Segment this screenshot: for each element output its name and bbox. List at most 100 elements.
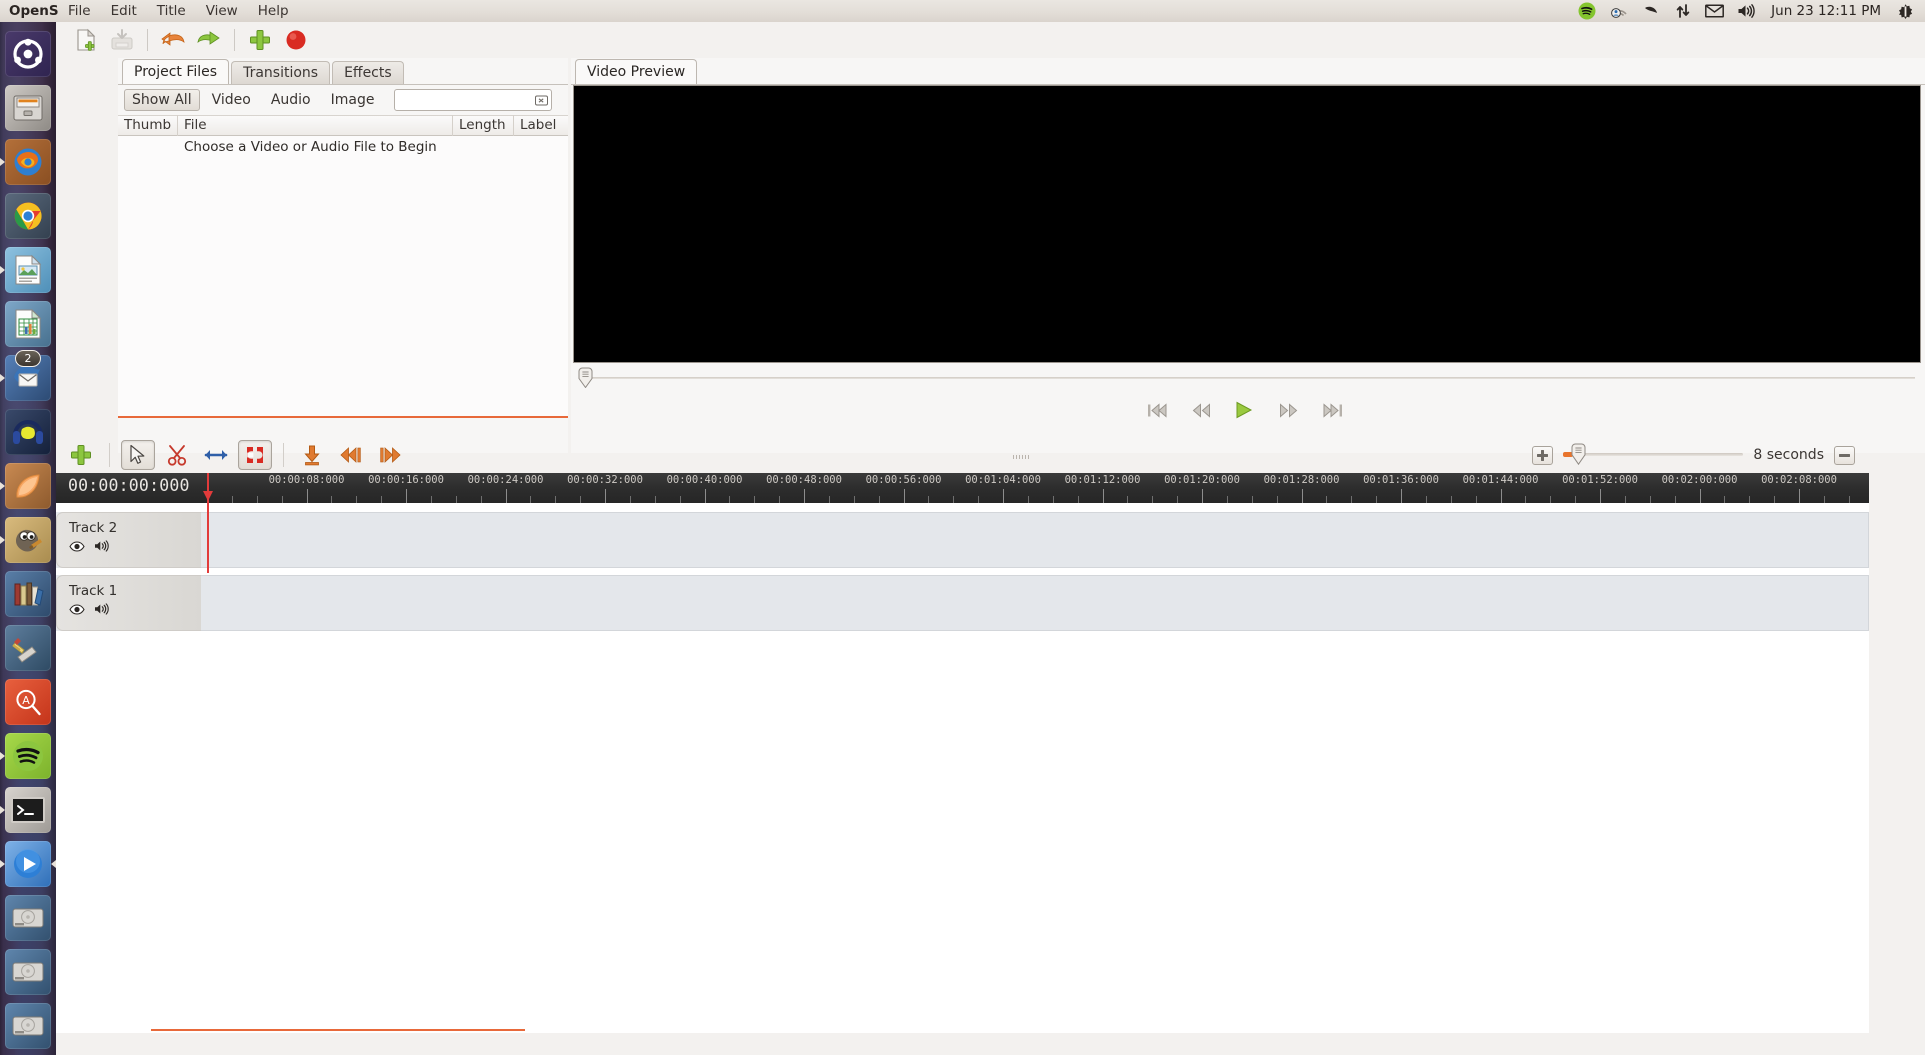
ruler-tick-minor	[281, 496, 283, 503]
column-header-file[interactable]: File	[178, 115, 453, 136]
launcher-item-disk-1[interactable]	[4, 894, 52, 942]
eye-icon[interactable]	[69, 603, 85, 615]
redo-button[interactable]	[193, 25, 225, 55]
unity-top-panel: OpenSho File Edit Title View Help Jun 23…	[0, 0, 1925, 22]
ruler-tick-minor	[1276, 496, 1278, 503]
zoom-slider-handle[interactable]	[1571, 443, 1586, 465]
new-project-button[interactable]	[70, 25, 102, 55]
rewind-button[interactable]	[1190, 401, 1212, 419]
network-updown-icon[interactable]	[1673, 2, 1692, 21]
seek-handle[interactable]	[578, 367, 593, 388]
launcher-item-gimp[interactable]	[0, 516, 52, 564]
clock[interactable]: Jun 23 12:11 PM	[1769, 3, 1883, 19]
launcher-item-spotify[interactable]	[0, 732, 52, 780]
previous-marker-button[interactable]	[334, 440, 368, 470]
filter-image-button[interactable]: Image	[323, 89, 383, 111]
ruler-tick-major	[1699, 489, 1701, 503]
ruler-tick-minor	[953, 496, 955, 503]
launcher-item-audio-player[interactable]	[4, 408, 52, 456]
launcher-item-ubuntu-software[interactable]: A	[4, 678, 52, 726]
volume-speaker-icon[interactable]	[1737, 2, 1756, 21]
launcher-item-clementine[interactable]	[0, 462, 52, 510]
launcher-item-ubuntu-dash[interactable]	[4, 30, 52, 78]
track-header[interactable]: Track 1	[56, 575, 201, 631]
launcher-item-libreoffice-writer[interactable]	[0, 246, 52, 294]
import-files-button[interactable]	[244, 25, 276, 55]
skip-to-end-button[interactable]	[1322, 401, 1344, 419]
tab-transitions[interactable]: Transitions	[231, 61, 331, 84]
bottom-accent-line	[151, 1029, 525, 1031]
launcher-item-bleachbit[interactable]	[4, 624, 52, 672]
zoom-slider[interactable]	[1563, 443, 1744, 465]
ruler-tick-minor	[1152, 496, 1154, 503]
playhead[interactable]	[203, 473, 213, 573]
timeline-track-1[interactable]: Track 1	[56, 574, 1869, 631]
column-header-length[interactable]: Length	[453, 115, 514, 136]
menu-view[interactable]: View	[196, 1, 248, 21]
save-project-button[interactable]	[106, 25, 138, 55]
add-marker-button[interactable]	[295, 440, 329, 470]
undo-button[interactable]	[157, 25, 189, 55]
launcher-item-disk-2[interactable]	[4, 948, 52, 996]
filter-show-all-button[interactable]: Show All	[124, 89, 200, 111]
project-files-list[interactable]: Choose a Video or Audio File to Begin	[118, 136, 568, 418]
menu-help[interactable]: Help	[248, 1, 299, 21]
eye-icon[interactable]	[69, 540, 85, 552]
power-gear-icon[interactable]	[1896, 2, 1915, 21]
resize-tool-button[interactable]	[199, 440, 233, 470]
play-button[interactable]	[1234, 401, 1256, 419]
snapping-button[interactable]	[238, 440, 272, 470]
tab-effects[interactable]: Effects	[332, 61, 404, 84]
clear-search-icon[interactable]	[535, 94, 548, 107]
menu-edit[interactable]: Edit	[101, 1, 147, 21]
razor-tool-button[interactable]	[160, 440, 194, 470]
table-row[interactable]: Choose a Video or Audio File to Begin	[118, 136, 568, 158]
tab-project-files[interactable]: Project Files	[122, 59, 230, 84]
track-clip-area[interactable]	[201, 575, 1869, 631]
crescent-moon-icon[interactable]	[1641, 2, 1660, 21]
track-clip-area[interactable]	[201, 512, 1869, 568]
ruler-tick-minor	[480, 496, 482, 503]
launcher-item-libreoffice-calc[interactable]	[4, 300, 52, 348]
network-wifi-icon[interactable]	[1609, 2, 1628, 21]
ruler-tick-minor	[928, 496, 930, 503]
add-track-button[interactable]	[64, 440, 98, 470]
menu-file[interactable]: File	[58, 1, 101, 21]
zoom-out-icon[interactable]	[1834, 445, 1855, 465]
ruler-tick-minor	[878, 496, 880, 503]
ruler-tick-major	[704, 489, 706, 503]
launcher-item-calibre[interactable]	[4, 570, 52, 618]
track-header[interactable]: Track 2	[56, 512, 201, 568]
tab-video-preview[interactable]: Video Preview	[575, 59, 698, 84]
preview-seek-bar[interactable]	[573, 367, 1921, 388]
launcher-item-terminal[interactable]	[0, 786, 52, 834]
speaker-icon[interactable]	[94, 540, 110, 552]
mail-envelope-icon[interactable]	[1705, 2, 1725, 21]
search-input[interactable]	[394, 89, 552, 111]
video-preview-surface[interactable]	[573, 85, 1921, 363]
filter-audio-button[interactable]: Audio	[263, 89, 319, 111]
column-header-label[interactable]: Label	[514, 115, 568, 136]
speaker-icon[interactable]	[94, 603, 110, 615]
ruler-tick-minor	[331, 496, 333, 503]
export-video-button[interactable]	[280, 25, 312, 55]
unity-launcher: 2 A	[0, 22, 56, 1055]
spotify-icon[interactable]	[1577, 2, 1596, 21]
launcher-item-thunderbird[interactable]: 2	[0, 350, 52, 402]
launcher-item-media-player[interactable]	[0, 840, 56, 888]
fast-forward-button[interactable]	[1278, 401, 1300, 419]
skip-to-start-button[interactable]	[1146, 401, 1168, 419]
launcher-item-firefox[interactable]	[0, 138, 52, 186]
menu-title[interactable]: Title	[147, 1, 196, 21]
timeline-ruler[interactable]: 00:00:00:000 00:00:08:000 00:00:16:000 00:…	[56, 473, 1869, 503]
next-marker-button[interactable]	[373, 440, 407, 470]
launcher-item-files[interactable]	[4, 84, 52, 132]
ruler-tick-major	[605, 489, 606, 503]
select-tool-button[interactable]	[121, 440, 155, 470]
column-header-thumb[interactable]: Thumb	[118, 115, 178, 136]
filter-video-button[interactable]: Video	[204, 89, 259, 111]
timeline-track-2[interactable]: Track 2	[56, 511, 1869, 568]
launcher-item-chrome[interactable]	[4, 192, 52, 240]
zoom-in-icon[interactable]	[1532, 445, 1554, 465]
launcher-item-disk-3[interactable]	[4, 1002, 52, 1050]
